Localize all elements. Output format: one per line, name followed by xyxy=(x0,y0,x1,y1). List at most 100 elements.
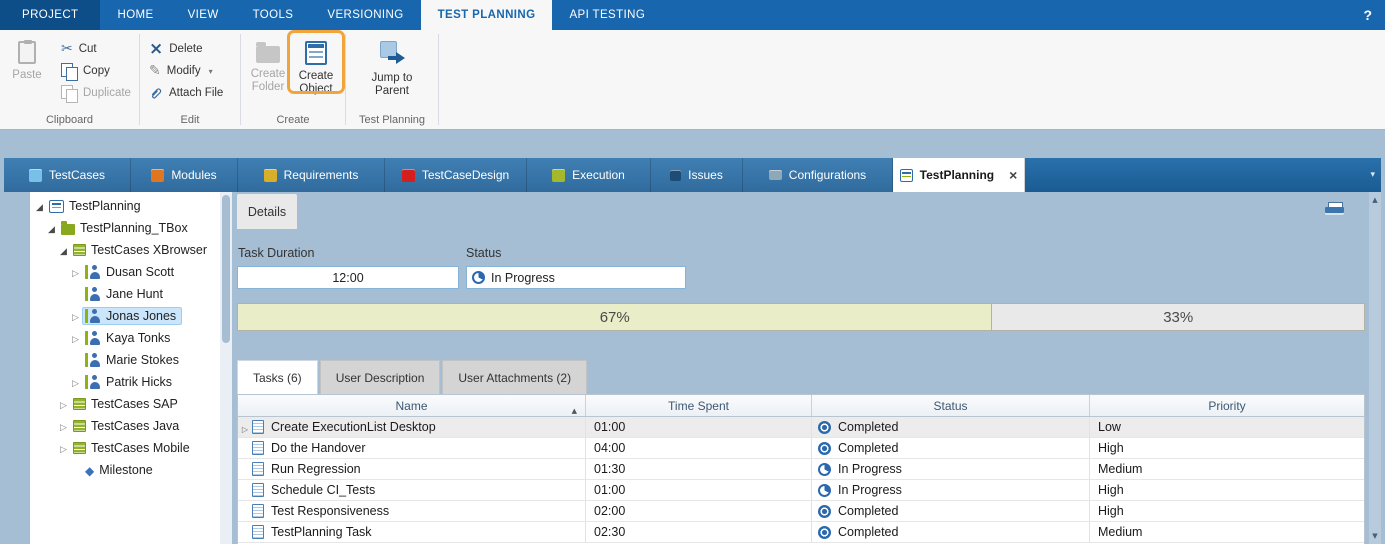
status-in-progress-icon xyxy=(818,484,831,497)
tab-requirements[interactable]: Requirements xyxy=(238,158,385,192)
tree-item-testplanning-tbox[interactable]: TestPlanning_TBox xyxy=(30,217,220,239)
task-priority: Low xyxy=(1090,420,1121,434)
column-header-priority[interactable]: Priority xyxy=(1090,395,1364,416)
ribbon-toolbar: Paste Cut Copy Duplicate xyxy=(0,30,1385,130)
tree-item-milestone[interactable]: Milestone xyxy=(30,459,220,481)
help-button[interactable]: ? xyxy=(1350,0,1385,30)
expander-expanded-icon[interactable] xyxy=(33,199,46,213)
task-time-spent: 01:00 xyxy=(586,420,625,434)
tab-testcasedesign[interactable]: TestCaseDesign xyxy=(385,158,527,192)
table-row-create-executionlist-desktop[interactable]: Create ExecutionList Desktop 01:00 Compl… xyxy=(238,417,1364,438)
column-header-time-spent-label: Time Spent xyxy=(668,399,729,413)
tree-item-testcases-sap[interactable]: TestCases SAP xyxy=(30,393,220,415)
expander-collapsed-icon[interactable] xyxy=(57,397,70,411)
expander-collapsed-icon[interactable] xyxy=(69,331,82,345)
menu-tab-view[interactable]: VIEW xyxy=(171,0,236,30)
menu-tab-test-planning[interactable]: TEST PLANNING xyxy=(421,0,553,30)
task-duration-input[interactable] xyxy=(238,267,458,288)
row-expander-icon[interactable] xyxy=(238,420,252,435)
table-row-run-regression[interactable]: Run Regression 01:30 In Progress Medium xyxy=(238,459,1364,480)
task-duration-field[interactable] xyxy=(237,266,459,289)
delete-button[interactable]: Delete xyxy=(145,38,227,60)
create-object-button[interactable]: Create Object xyxy=(292,36,340,96)
execution-icon xyxy=(552,169,565,182)
table-row-do-the-handover[interactable]: Do the Handover 04:00 Completed High xyxy=(238,438,1364,459)
tree-item-jonas-jones[interactable]: Jonas Jones xyxy=(30,305,220,327)
tree-item-testplanning[interactable]: TestPlanning xyxy=(30,195,220,217)
configurations-icon xyxy=(769,170,782,180)
tree-item-testcases-mobile[interactable]: TestCases Mobile xyxy=(30,437,220,459)
paste-label: Paste xyxy=(4,69,50,82)
expander-collapsed-icon[interactable] xyxy=(69,265,82,279)
menu-tab-versioning[interactable]: VERSIONING xyxy=(310,0,420,30)
column-header-time-spent[interactable]: Time Spent xyxy=(586,395,812,416)
tree-scrollbar[interactable] xyxy=(220,192,232,544)
column-header-name[interactable]: Name xyxy=(238,395,586,416)
tab-issues[interactable]: Issues xyxy=(651,158,743,192)
task-name: Test Responsiveness xyxy=(271,504,389,518)
expander-collapsed-icon[interactable] xyxy=(69,375,82,389)
person-icon xyxy=(85,331,101,345)
print-button[interactable] xyxy=(1325,202,1347,220)
task-name: Run Regression xyxy=(271,462,361,476)
menu-tab-project[interactable]: PROJECT xyxy=(0,0,100,30)
tab-modules[interactable]: Modules xyxy=(131,158,238,192)
task-status: Completed xyxy=(838,504,898,518)
tree-item-label: Milestone xyxy=(99,463,153,477)
expander-collapsed-icon[interactable] xyxy=(57,419,70,433)
table-row-schedule-ci-tests[interactable]: Schedule CI_Tests 01:00 In Progress High xyxy=(238,480,1364,501)
jump-to-parent-button[interactable]: Jump to Parent xyxy=(364,36,420,98)
project-root-icon xyxy=(49,200,64,213)
tab-testplanning[interactable]: TestPlanning × xyxy=(893,158,1025,192)
tab-testcases[interactable]: TestCases xyxy=(4,158,131,192)
task-status: In Progress xyxy=(838,462,902,476)
tab-tasks[interactable]: Tasks (6) xyxy=(237,360,318,394)
column-header-status[interactable]: Status xyxy=(812,395,1090,416)
tab-user-description[interactable]: User Description xyxy=(320,360,441,394)
menu-tab-home[interactable]: HOME xyxy=(100,0,170,30)
tree-item-dusan-scott[interactable]: Dusan Scott xyxy=(30,261,220,283)
tree-item-patrik-hicks[interactable]: Patrik Hicks xyxy=(30,371,220,393)
menu-tab-api-testing[interactable]: API TESTING xyxy=(552,0,662,30)
table-row-test-responsiveness[interactable]: Test Responsiveness 02:00 Completed High xyxy=(238,501,1364,522)
tree-item-testcases-xbrowser[interactable]: TestCases XBrowser xyxy=(30,239,220,261)
status-field[interactable]: In Progress xyxy=(466,266,686,289)
tree-item-jane-hunt[interactable]: Jane Hunt xyxy=(30,283,220,305)
close-tab-icon[interactable]: × xyxy=(1009,168,1017,182)
task-status: In Progress xyxy=(838,483,902,497)
selected-tree-item[interactable]: Jonas Jones xyxy=(82,307,182,325)
paste-button[interactable]: Paste xyxy=(3,36,51,82)
details-scrollbar[interactable] xyxy=(1369,192,1381,544)
expander-expanded-icon[interactable] xyxy=(45,221,58,235)
modify-dropdown-icon[interactable]: ▾ xyxy=(209,67,213,76)
expander-collapsed-icon[interactable] xyxy=(69,309,82,323)
tab-execution[interactable]: Execution xyxy=(527,158,651,192)
tree-scrollbar-thumb[interactable] xyxy=(222,195,230,343)
cut-button[interactable]: Cut xyxy=(57,38,135,60)
modify-button[interactable]: Modify ▾ xyxy=(145,60,227,82)
modify-label: Modify xyxy=(167,65,201,77)
testcase-set-icon xyxy=(73,442,86,454)
status-completed-icon xyxy=(818,505,831,518)
tree-item-label: Dusan Scott xyxy=(106,265,174,279)
scroll-up-icon[interactable] xyxy=(1369,194,1381,206)
application-window: PROJECT HOME VIEW TOOLS VERSIONING TEST … xyxy=(0,0,1385,544)
tab-user-attachments[interactable]: User Attachments (2) xyxy=(442,360,587,394)
tab-configurations[interactable]: Configurations xyxy=(743,158,893,192)
table-row-testplanning-task[interactable]: TestPlanning Task 02:30 Completed Medium xyxy=(238,522,1364,543)
testcases-icon xyxy=(29,169,42,182)
tab-overflow-dropdown-icon[interactable] xyxy=(1370,158,1375,192)
expander-collapsed-icon[interactable] xyxy=(57,441,70,455)
attach-file-button[interactable]: Attach File xyxy=(145,82,227,104)
details-tab[interactable]: Details xyxy=(237,194,297,229)
create-folder-button[interactable]: Create Folder xyxy=(244,36,292,94)
tree-item-testcases-java[interactable]: TestCases Java xyxy=(30,415,220,437)
copy-button[interactable]: Copy xyxy=(57,60,135,82)
tree-item-marie-stokes[interactable]: Marie Stokes xyxy=(30,349,220,371)
duplicate-button[interactable]: Duplicate xyxy=(57,82,135,104)
tree-item-kaya-tonks[interactable]: Kaya Tonks xyxy=(30,327,220,349)
tree-item-label: TestPlanning xyxy=(69,199,141,213)
scroll-down-icon[interactable] xyxy=(1369,530,1381,542)
menu-tab-tools[interactable]: TOOLS xyxy=(236,0,311,30)
expander-expanded-icon[interactable] xyxy=(57,243,70,257)
